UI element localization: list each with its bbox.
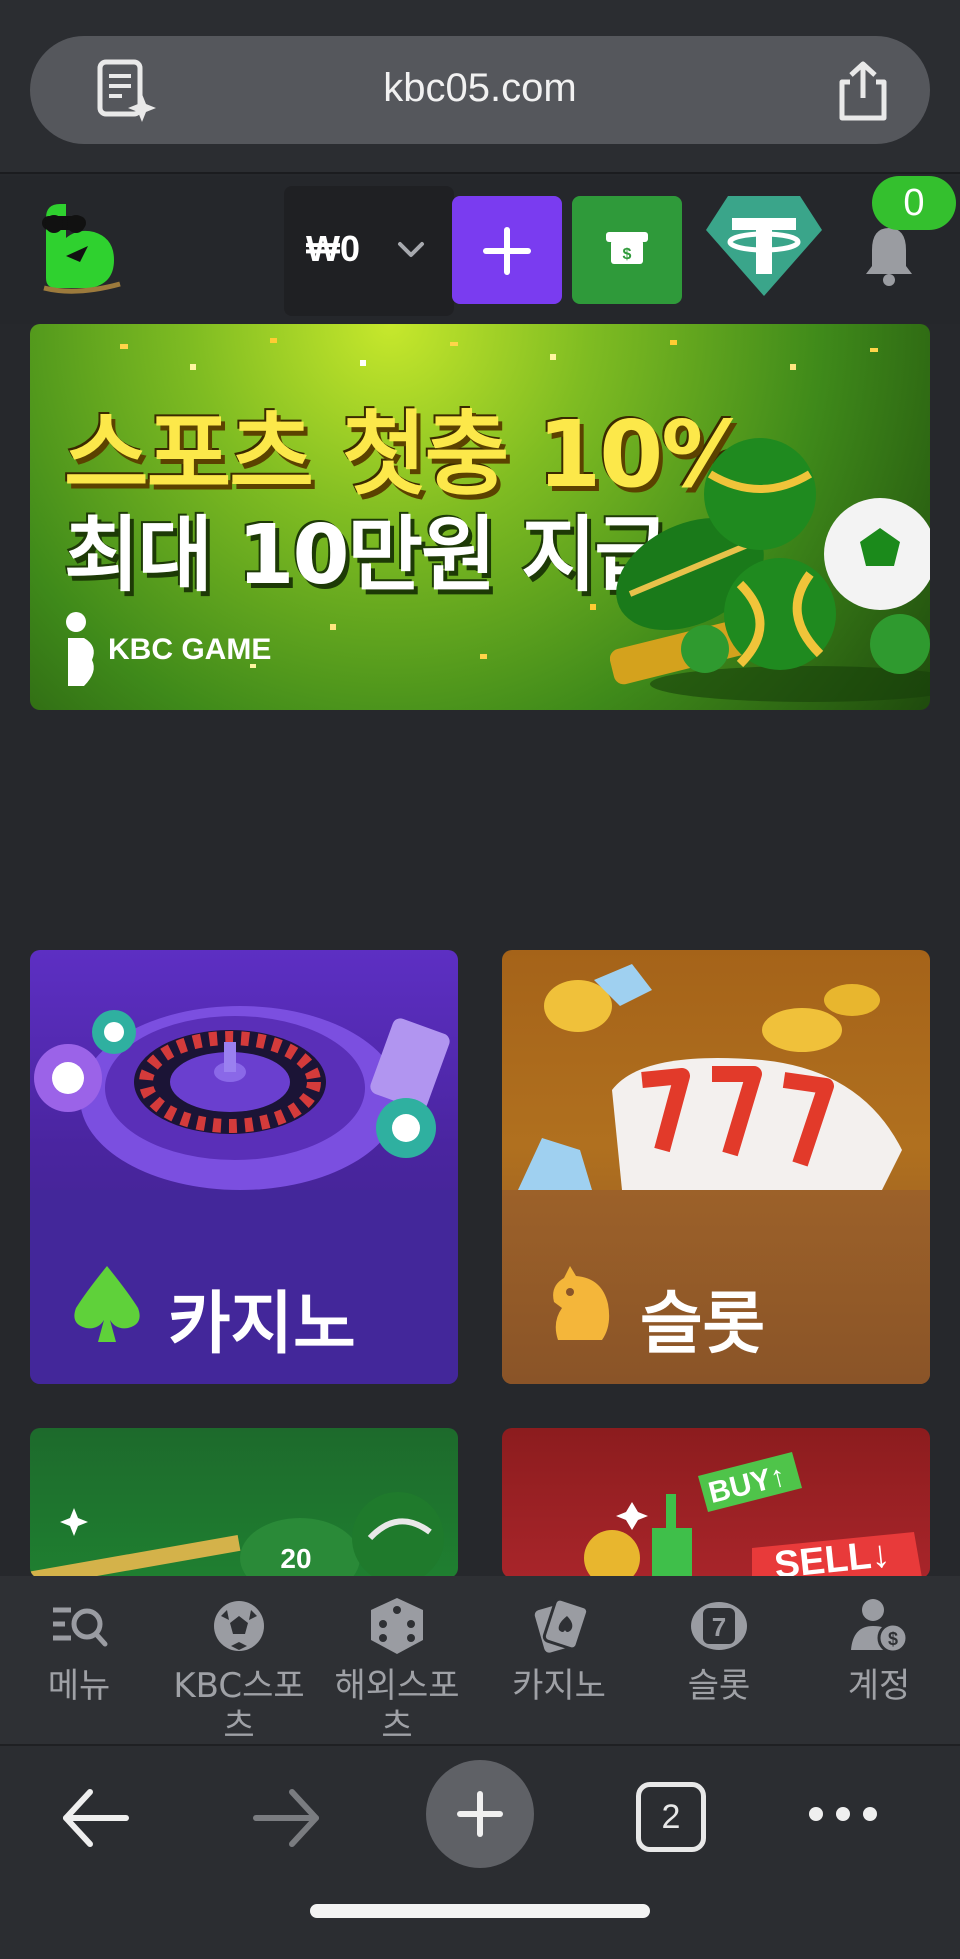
football-player-image: 20 [30, 1492, 444, 1578]
nav-label: 해외스포츠 [334, 1666, 460, 1746]
more-options-icon[interactable] [806, 1804, 880, 1824]
nav-slot[interactable]: 7 슬롯 [644, 1596, 794, 1706]
brand-text: KBC GAME [108, 633, 272, 666]
casino-label: 카지노 [168, 1285, 356, 1364]
home-indicator [310, 1904, 650, 1918]
svg-text:BUY↑: BUY↑ [705, 1459, 789, 1510]
banner-brand: KBC GAME [62, 610, 271, 690]
chevron-down-icon [398, 242, 424, 257]
balance-selector[interactable]: ₩0 [284, 186, 454, 316]
notification-badge: 0 [872, 176, 956, 230]
site-header: ₩0 $ 0 [0, 176, 960, 324]
trading-card[interactable]: BUY↑ SELL↓ [502, 1428, 930, 1578]
slot-label: 슬롯 [640, 1285, 766, 1364]
soccer-ball-icon [214, 1601, 264, 1651]
nav-label: 슬롯 [687, 1666, 751, 1706]
browser-toolbar: 2 [0, 1744, 960, 1959]
slot-card[interactable]: 슬롯 [502, 950, 930, 1384]
svg-text:7: 7 [712, 1612, 726, 1642]
promo-banner[interactable]: 스포츠 첫충 10% 최대 10만원 지급 KBC GAME [30, 324, 930, 710]
spade-icon [74, 1266, 140, 1342]
deposit-button[interactable] [452, 196, 562, 304]
address-bar[interactable]: kbc05.com [30, 36, 930, 144]
svg-text:$: $ [623, 246, 632, 263]
nav-label: KBC스포츠 [173, 1666, 305, 1746]
plus-icon [457, 1791, 503, 1837]
kbc-logo[interactable] [36, 198, 122, 294]
svg-text:SELL↓: SELL↓ [772, 1533, 892, 1578]
account-icon: $ [851, 1599, 909, 1654]
casino-card[interactable]: 카지노 [30, 950, 458, 1384]
back-arrow-icon[interactable] [58, 1786, 132, 1850]
nav-casino[interactable]: 카지노 [484, 1596, 634, 1706]
forward-arrow-icon[interactable] [250, 1786, 324, 1850]
url-text[interactable]: kbc05.com [30, 66, 930, 111]
cards-icon [534, 1597, 590, 1653]
svg-text:$: $ [888, 1629, 898, 1649]
roulette-image [34, 1006, 450, 1190]
buy-sell-image: BUY↑ SELL↓ [584, 1452, 922, 1578]
bottom-navigation: 메뉴 KBC스포츠 해외스포츠 카지노 7 슬롯 $ 계정 [0, 1576, 960, 1746]
nav-label: 메뉴 [47, 1666, 111, 1706]
slot-seven-icon: 7 [691, 1602, 747, 1650]
kbc-game-logo-icon [66, 612, 94, 686]
tab-switcher-button[interactable]: 2 [636, 1782, 706, 1852]
banner-subline: 최대 10만원 지급 [64, 508, 670, 603]
sports-card[interactable]: 20 [30, 1428, 458, 1578]
nav-account[interactable]: $ 계정 [804, 1596, 954, 1706]
slot-reels-image [518, 964, 902, 1190]
browser-address-area: kbc05.com [0, 0, 960, 174]
nav-label: 계정 [847, 1666, 911, 1706]
menu-search-icon [53, 1607, 108, 1647]
nav-kbc-sports[interactable]: KBC스포츠 [164, 1596, 314, 1746]
horse-icon [553, 1266, 610, 1340]
nav-overseas-sports[interactable]: 해외스포츠 [322, 1596, 472, 1746]
bell-icon[interactable] [862, 222, 916, 286]
cash-register-icon: $ [606, 232, 648, 264]
nav-label: 카지노 [512, 1666, 606, 1706]
tether-icon[interactable] [704, 192, 824, 298]
new-tab-button[interactable] [426, 1760, 534, 1868]
svg-text:20: 20 [280, 1543, 311, 1574]
share-icon[interactable] [834, 60, 892, 122]
dice-icon [371, 1598, 423, 1654]
sports-balls-image [610, 438, 930, 702]
plus-icon [483, 227, 531, 275]
balance-amount: ₩0 [306, 228, 360, 269]
withdraw-button[interactable]: $ [572, 196, 682, 304]
nav-menu[interactable]: 메뉴 [4, 1596, 154, 1706]
